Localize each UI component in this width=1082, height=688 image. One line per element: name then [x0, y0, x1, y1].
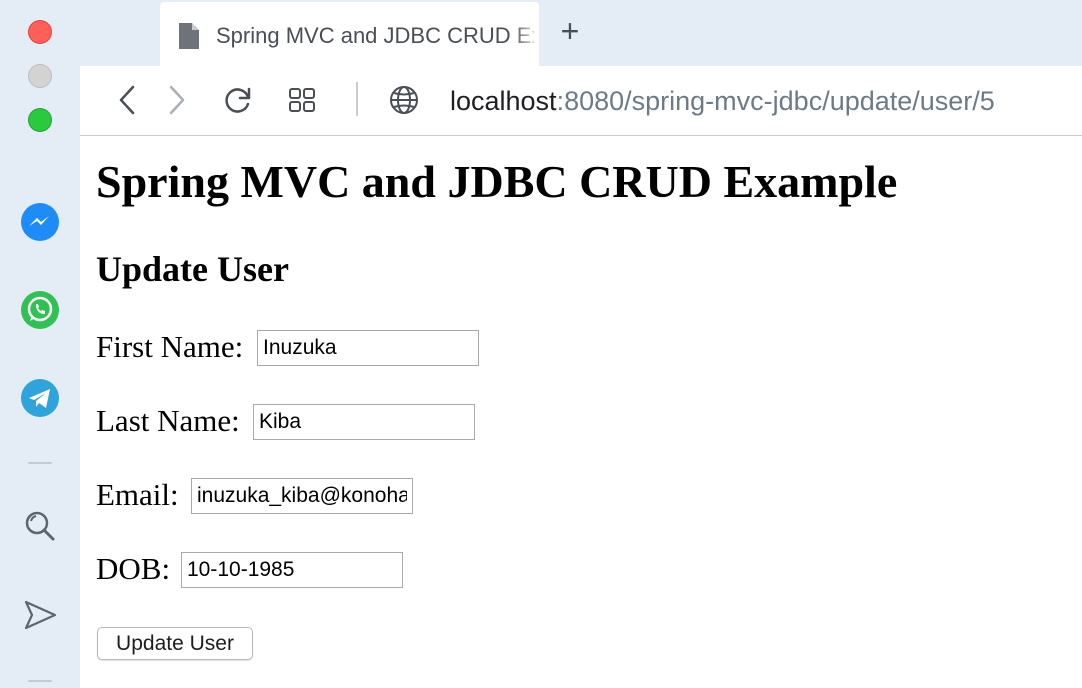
page-title: Spring MVC and JDBC CRUD Example — [96, 156, 898, 207]
reload-icon[interactable] — [222, 84, 254, 116]
tab-bar: Spring MVC and JDBC CRUD Example + — [80, 0, 1082, 66]
new-tab-button[interactable]: + — [555, 14, 585, 48]
url-path: :8080/spring-mvc-jdbc/update/user/5 — [556, 86, 995, 116]
active-tab[interactable]: Spring MVC and JDBC CRUD Example — [160, 2, 539, 66]
speed-dial-grid-icon[interactable] — [286, 84, 318, 116]
forward-icon[interactable] — [160, 84, 192, 116]
tab-title-fade — [513, 2, 539, 66]
update-user-button[interactable]: Update User — [97, 627, 253, 660]
address-bar-url[interactable]: localhost:8080/spring-mvc-jdbc/update/us… — [450, 82, 995, 120]
dob-label: DOB: — [96, 551, 171, 586]
section-title: Update User — [96, 249, 289, 289]
sidebar-divider — [28, 680, 52, 682]
dob-field[interactable] — [181, 552, 403, 588]
page-content: Spring MVC and JDBC CRUD Example Update … — [96, 136, 1082, 688]
search-icon[interactable] — [20, 506, 60, 546]
left-sidebar — [0, 0, 80, 688]
document-icon — [177, 22, 201, 50]
send-icon[interactable] — [20, 596, 60, 636]
email-label: Email: — [96, 477, 179, 512]
last-name-label: Last Name: — [96, 403, 240, 438]
navigation-bar: localhost:8080/spring-mvc-jdbc/update/us… — [80, 66, 1082, 136]
first-name-label: First Name: — [96, 329, 244, 364]
window-minimize-button[interactable] — [28, 64, 52, 88]
sidebar-divider — [28, 462, 52, 464]
whatsapp-icon[interactable] — [20, 290, 60, 330]
back-icon[interactable] — [112, 84, 144, 116]
window-maximize-button[interactable] — [28, 108, 52, 132]
telegram-icon[interactable] — [20, 378, 60, 418]
url-host: localhost — [450, 86, 557, 116]
email-field[interactable] — [191, 478, 413, 514]
messenger-icon[interactable] — [20, 202, 60, 242]
window-close-button[interactable] — [28, 20, 52, 44]
globe-icon[interactable] — [388, 84, 420, 116]
first-name-field[interactable] — [257, 330, 479, 366]
toolbar-divider — [356, 82, 358, 116]
tab-title: Spring MVC and JDBC CRUD Example — [216, 23, 534, 48]
last-name-field[interactable] — [253, 404, 475, 440]
